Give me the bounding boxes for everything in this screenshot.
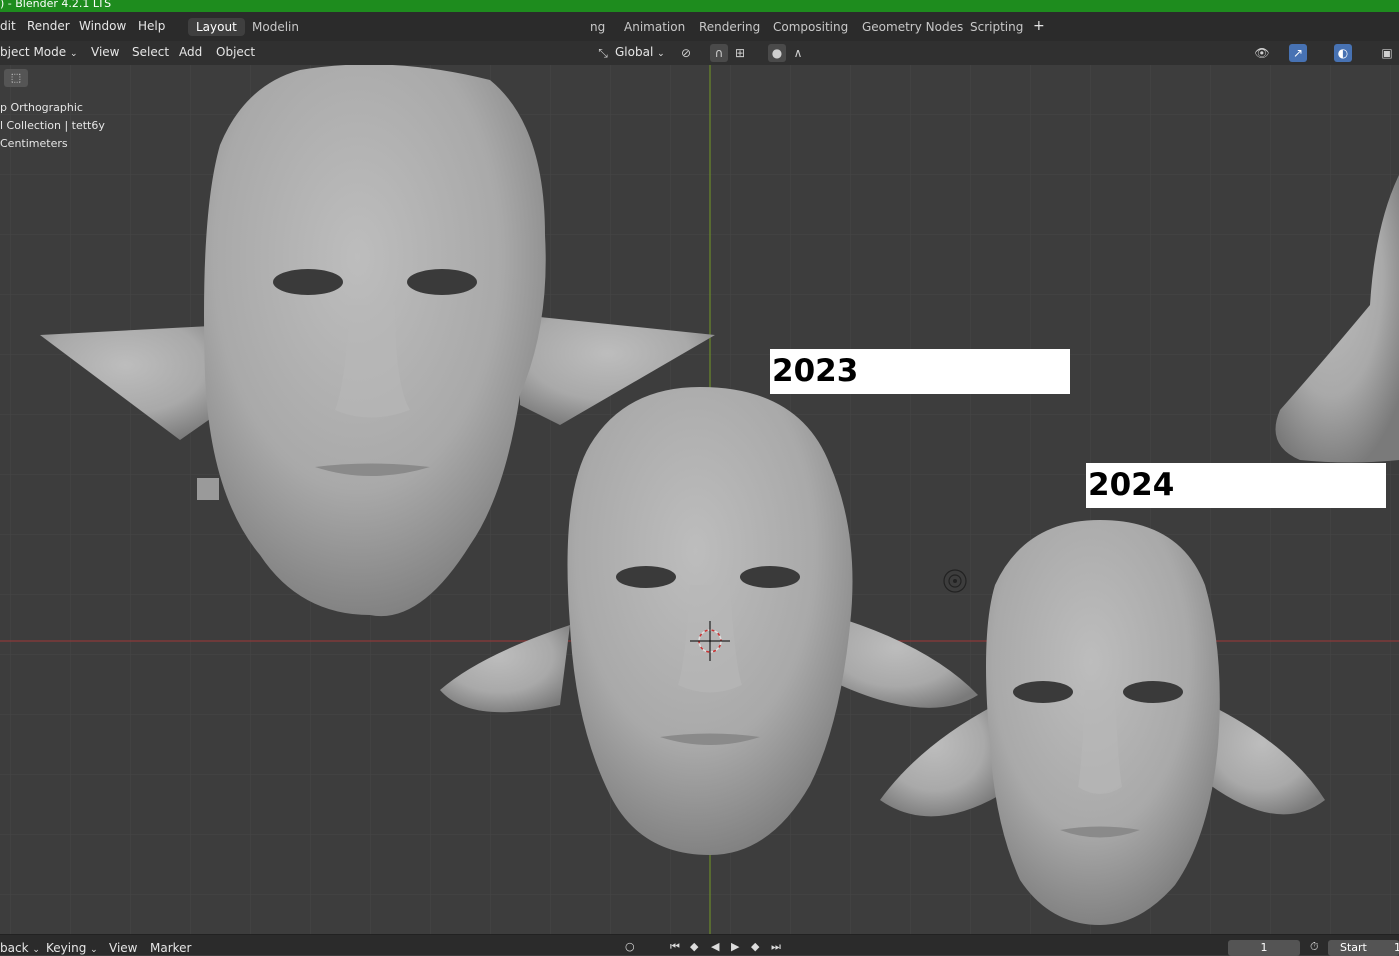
- keying-dropdown[interactable]: Keying ⌄: [46, 941, 98, 955]
- timeline-view-menu[interactable]: View: [109, 941, 137, 955]
- mode-label: bject Mode: [0, 45, 66, 59]
- tab-modeling[interactable]: Modelin: [244, 18, 307, 36]
- light-object-cube[interactable]: [197, 478, 219, 500]
- tab-geometry-nodes[interactable]: Geometry Nodes: [854, 18, 971, 36]
- jump-start-icon[interactable]: ⏮: [670, 940, 680, 954]
- transform-orientation-label: Global: [615, 45, 653, 59]
- start-frame-label: Start: [1340, 941, 1367, 954]
- timeline-header: back ⌄ Keying ⌄ View Marker ○ ⏮ ◆ ◀ ▶ ◆ …: [0, 934, 1399, 955]
- tab-scripting[interactable]: Scripting: [962, 18, 1031, 36]
- next-keyframe-icon[interactable]: ◆: [751, 940, 759, 953]
- viewport-info-overlay: p Orthographic l Collection | tett6y Cen…: [0, 99, 105, 153]
- chevron-down-icon: ⌄: [70, 49, 78, 59]
- snap-target-icon[interactable]: ⊞: [731, 44, 749, 62]
- tab-animation[interactable]: Animation: [616, 18, 693, 36]
- menu-select[interactable]: Select: [132, 45, 169, 59]
- tab-rendering[interactable]: Rendering: [691, 18, 768, 36]
- jump-end-icon[interactable]: ⏭: [771, 940, 781, 954]
- stopwatch-icon[interactable]: ⏱: [1310, 940, 1319, 954]
- playback-dropdown[interactable]: back ⌄: [0, 941, 40, 955]
- transform-orientation-icon: ⤡: [594, 44, 612, 62]
- select-box-icon[interactable]: ⬚: [4, 69, 28, 87]
- keying-label: Keying: [46, 941, 86, 955]
- xray-toggle-icon[interactable]: ▣: [1378, 44, 1396, 62]
- timeline-marker-menu[interactable]: Marker: [150, 941, 191, 955]
- menu-edit[interactable]: dit: [0, 19, 16, 33]
- play-icon[interactable]: ▶: [731, 940, 739, 953]
- pivot-point-icon[interactable]: ⊘: [677, 44, 695, 62]
- window-title: ) - Blender 4.2.1 LTS: [0, 0, 111, 10]
- year-label-2024: 2024: [1086, 463, 1386, 508]
- gizmo-toggle-icon[interactable]: ↗: [1289, 44, 1307, 62]
- title-bar: ) - Blender 4.2.1 LTS: [0, 0, 1399, 12]
- visibility-eye-icon[interactable]: 👁: [1253, 44, 1271, 62]
- 3d-viewport[interactable]: p Orthographic l Collection | tett6y Cen…: [0, 65, 1399, 934]
- tab-compositing[interactable]: Compositing: [765, 18, 856, 36]
- chevron-down-icon: ⌄: [657, 49, 665, 59]
- playback-label: back: [0, 941, 29, 955]
- year-label-2023: 2023: [770, 349, 1070, 394]
- menu-object[interactable]: Object: [216, 45, 255, 59]
- snap-magnet-icon[interactable]: ∩: [710, 44, 728, 62]
- tab-layout[interactable]: Layout: [188, 18, 245, 36]
- play-reverse-icon[interactable]: ◀: [711, 940, 719, 953]
- menu-bar: dit Render Window Help Layout Modelin ng…: [0, 12, 1399, 41]
- overlay-toggle-icon[interactable]: ◐: [1334, 44, 1352, 62]
- proportional-edit-icon[interactable]: ●: [768, 44, 786, 62]
- viewport-header: bject Mode ⌄ View Select Add Object ⤡ Gl…: [0, 41, 1399, 65]
- prev-keyframe-icon[interactable]: ◆: [690, 940, 698, 953]
- units-text: Centimeters: [0, 135, 105, 153]
- add-workspace-button[interactable]: +: [1033, 18, 1045, 34]
- menu-window[interactable]: Window: [79, 19, 126, 33]
- falloff-curve-icon[interactable]: ∧: [789, 44, 807, 62]
- menu-view[interactable]: View: [91, 45, 119, 59]
- transform-orientation-dropdown[interactable]: Global ⌄: [615, 45, 665, 59]
- tab-sculpting[interactable]: ng: [582, 18, 613, 36]
- view-projection-text: p Orthographic: [0, 99, 105, 117]
- collection-text: l Collection | tett6y: [0, 117, 105, 135]
- auto-keying-icon[interactable]: ○: [625, 940, 635, 953]
- menu-help[interactable]: Help: [138, 19, 165, 33]
- menu-render[interactable]: Render: [27, 19, 70, 33]
- mode-dropdown[interactable]: bject Mode ⌄: [0, 45, 78, 59]
- menu-add[interactable]: Add: [179, 45, 202, 59]
